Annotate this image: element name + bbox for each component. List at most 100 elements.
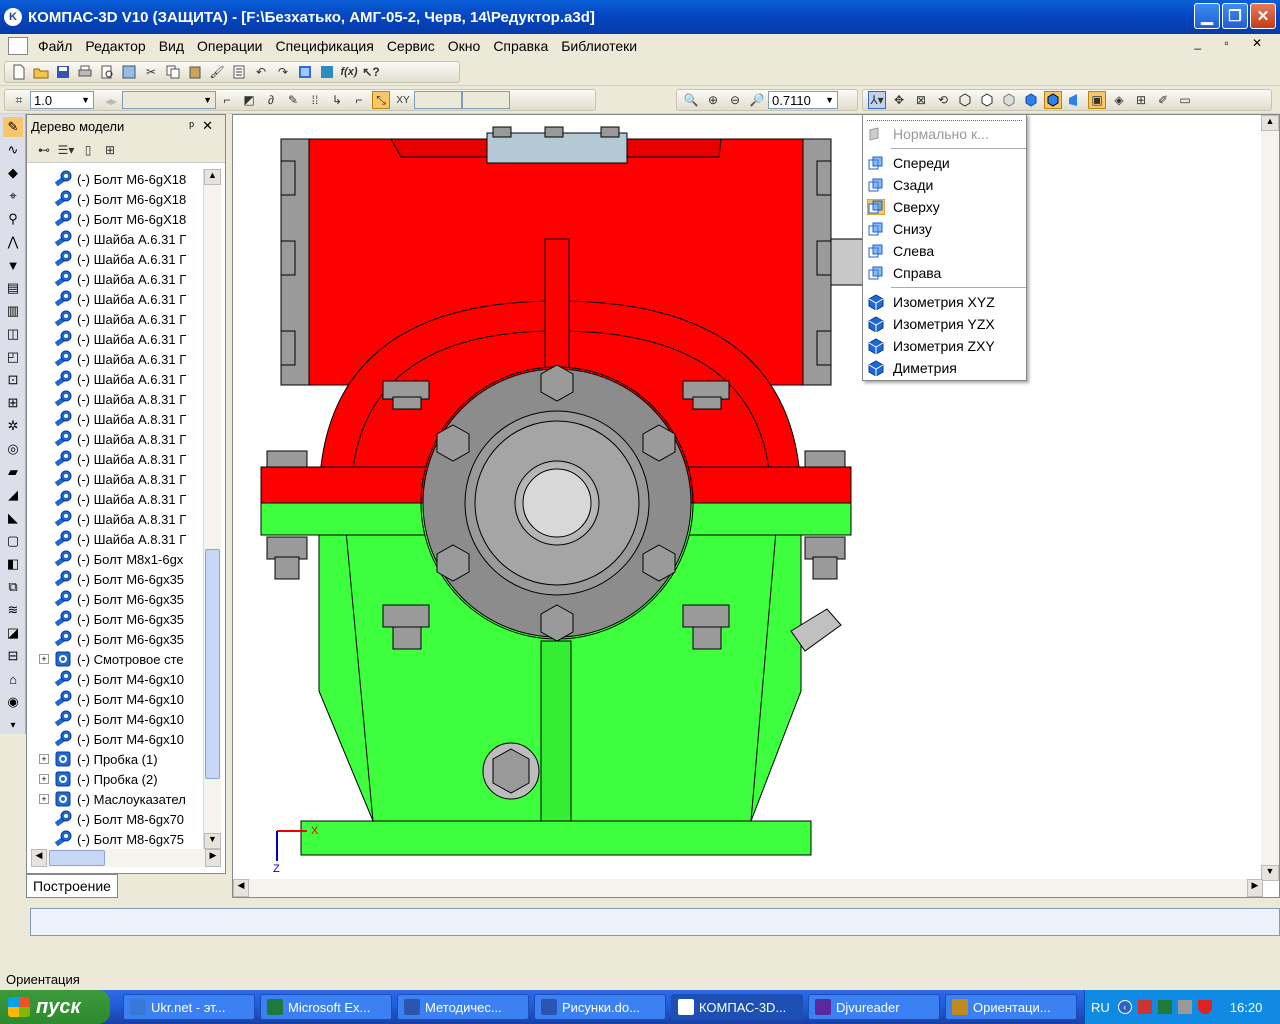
- redo-icon[interactable]: ↷: [274, 63, 292, 81]
- tree-item[interactable]: (-) Болт М8-6gх70: [27, 809, 203, 829]
- tree-item[interactable]: (-) Болт М6-6gх35: [27, 589, 203, 609]
- kompas-app-icon[interactable]: K: [4, 8, 22, 26]
- menu-specification[interactable]: Спецификация: [276, 38, 374, 54]
- tree-close-button[interactable]: ✕: [202, 118, 221, 133]
- tree-item[interactable]: (-) Шайба А.6.31 Г: [27, 349, 203, 369]
- orientation-projection-item[interactable]: Изометрия YZX: [863, 313, 1026, 335]
- open-file-icon[interactable]: [32, 63, 50, 81]
- taskbar-task[interactable]: КОМПАС-3D...: [671, 994, 803, 1020]
- shell-icon[interactable]: ▢: [3, 531, 23, 551]
- tree-item[interactable]: (-) Шайба А.8.31 Г: [27, 409, 203, 429]
- plane-icon[interactable]: ◩: [240, 91, 258, 109]
- format-brush-icon[interactable]: 🖌: [208, 63, 226, 81]
- array-icon[interactable]: ✲: [3, 416, 23, 436]
- menu-edit[interactable]: Редактор: [85, 38, 145, 54]
- tree-view-mode-icon[interactable]: ☰▾: [57, 141, 75, 159]
- zoom-out-icon[interactable]: ⊖: [726, 91, 744, 109]
- layer-field[interactable]: ▼: [122, 91, 216, 109]
- orientation-view-item[interactable]: Справа: [863, 262, 1026, 284]
- tray-network-icon[interactable]: [1177, 1000, 1192, 1014]
- library-icon[interactable]: [318, 63, 336, 81]
- viewport-vscroll[interactable]: ▲ ▼: [1261, 115, 1279, 881]
- orthogonal-icon[interactable]: ↳: [328, 91, 346, 109]
- spatial-curves-icon[interactable]: ∿: [3, 140, 23, 160]
- tree-item[interactable]: (-) Болт М6-6gх35: [27, 569, 203, 589]
- reports-icon[interactable]: ▥: [3, 301, 23, 321]
- shaded-edges-icon[interactable]: [1044, 91, 1062, 109]
- edit-sketch-icon[interactable]: ✎: [284, 91, 302, 109]
- tree-expand-toggle[interactable]: +: [39, 774, 49, 784]
- zoom-in-icon[interactable]: ⊕: [704, 91, 722, 109]
- add-component-icon[interactable]: ◫: [3, 324, 23, 344]
- tree-item[interactable]: + (-) Смотровое сте: [27, 649, 203, 669]
- tray-expand-icon[interactable]: ‹: [1117, 1000, 1132, 1014]
- zoom-field[interactable]: 0.7110 ▼: [768, 91, 838, 109]
- cut-icon[interactable]: ✂: [142, 63, 160, 81]
- tree-item[interactable]: (-) Шайба А.8.31 Г: [27, 389, 203, 409]
- orientation-view-item[interactable]: Сверху: [863, 196, 1026, 218]
- tree-item[interactable]: (-) Болт М4-6gх10: [27, 669, 203, 689]
- local-cs-icon[interactable]: ⌐: [218, 91, 236, 109]
- wireframe-icon[interactable]: [956, 91, 974, 109]
- menu-file[interactable]: Файл: [38, 38, 72, 54]
- tree-pin-button[interactable]: ᵖ: [189, 118, 202, 133]
- tree-expand-toggle[interactable]: +: [39, 654, 49, 664]
- sketch-icon[interactable]: ∂: [262, 91, 280, 109]
- tree-item[interactable]: (-) Болт М6-6gX18: [27, 209, 203, 229]
- thread-icon[interactable]: ≋: [3, 600, 23, 620]
- document-icon[interactable]: [8, 37, 28, 55]
- tree-item[interactable]: (-) Болт М6-6gX18: [27, 169, 203, 189]
- copy-icon[interactable]: [164, 63, 182, 81]
- menu-view[interactable]: Вид: [159, 38, 184, 54]
- orientation-projection-item[interactable]: Изометрия XYZ: [863, 291, 1026, 313]
- context-help-icon[interactable]: ↖?: [362, 63, 380, 81]
- more-icon[interactable]: ▾: [3, 715, 23, 735]
- layer-icon[interactable]: [102, 91, 120, 109]
- tree-item[interactable]: (-) Болт М8х1-6gх: [27, 549, 203, 569]
- aux-geometry-icon[interactable]: ⌖: [3, 186, 23, 206]
- menu-window[interactable]: Окно: [448, 38, 481, 54]
- paste-icon[interactable]: [186, 63, 204, 81]
- tree-horizontal-scrollbar[interactable]: ◀ ▶: [31, 849, 221, 867]
- taskbar-task[interactable]: Djvureader: [808, 994, 940, 1020]
- language-indicator[interactable]: RU: [1091, 1000, 1110, 1015]
- step-field[interactable]: 1.0 ▼: [30, 91, 94, 109]
- scroll-right-button[interactable]: ▶: [205, 849, 221, 867]
- tree-separate-window-icon[interactable]: ▯: [79, 141, 97, 159]
- menu-operations[interactable]: Операции: [197, 38, 263, 54]
- tree-item[interactable]: (-) Болт М6-6gх35: [27, 609, 203, 629]
- tree-item[interactable]: (-) Шайба А.8.31 Г: [27, 489, 203, 509]
- filter-icon[interactable]: ▼: [3, 255, 23, 275]
- zoom-all-icon[interactable]: ⊠: [912, 91, 930, 109]
- taskbar-task[interactable]: Методичес...: [397, 994, 529, 1020]
- minimize-button[interactable]: ▁: [1194, 3, 1220, 29]
- start-button[interactable]: пуск: [0, 990, 110, 1024]
- tree-item[interactable]: (-) Шайба А.6.31 Г: [27, 329, 203, 349]
- tree-structure-icon[interactable]: ⊷: [35, 141, 53, 159]
- extrude-icon[interactable]: ▰: [3, 462, 23, 482]
- undo-icon[interactable]: ↶: [252, 63, 270, 81]
- measure-tool-icon[interactable]: ⋀: [3, 232, 23, 252]
- tree-item[interactable]: (-) Шайба А.6.31 Г: [27, 369, 203, 389]
- edit-details-icon[interactable]: ✎: [3, 117, 23, 137]
- tree-item[interactable]: (-) Шайба А.6.31 Г: [27, 269, 203, 289]
- print-icon[interactable]: [76, 63, 94, 81]
- spec-icon[interactable]: ▤: [3, 278, 23, 298]
- scroll-left-button[interactable]: ◀: [31, 849, 47, 867]
- properties-panel[interactable]: [30, 908, 1280, 936]
- tree-tab-construction[interactable]: Построение: [26, 874, 118, 898]
- section-cut-icon[interactable]: ◪: [3, 623, 23, 643]
- print-preview-icon[interactable]: [98, 63, 116, 81]
- zoom-scale-icon[interactable]: 🔎: [748, 91, 766, 109]
- tree-item[interactable]: (-) Болт М8-6gх75: [27, 829, 203, 849]
- tree-item[interactable]: (-) Болт М6-6gX18: [27, 189, 203, 209]
- tree-item[interactable]: + (-) Маслоуказател: [27, 789, 203, 809]
- tree-hscroll-thumb[interactable]: [49, 850, 105, 866]
- surfaces-icon[interactable]: ◆: [3, 163, 23, 183]
- tree-item[interactable]: + (-) Пробка (1): [27, 749, 203, 769]
- model-viewport[interactable]: X Z ▲ ▼ ◀ ▶: [232, 114, 1280, 898]
- shaded-icon[interactable]: [1022, 91, 1040, 109]
- orientation-dropdown-icon[interactable]: ⅄▾: [868, 91, 886, 109]
- properties-brush-icon[interactable]: ✐: [1154, 91, 1172, 109]
- hidden-lines-icon[interactable]: [978, 91, 996, 109]
